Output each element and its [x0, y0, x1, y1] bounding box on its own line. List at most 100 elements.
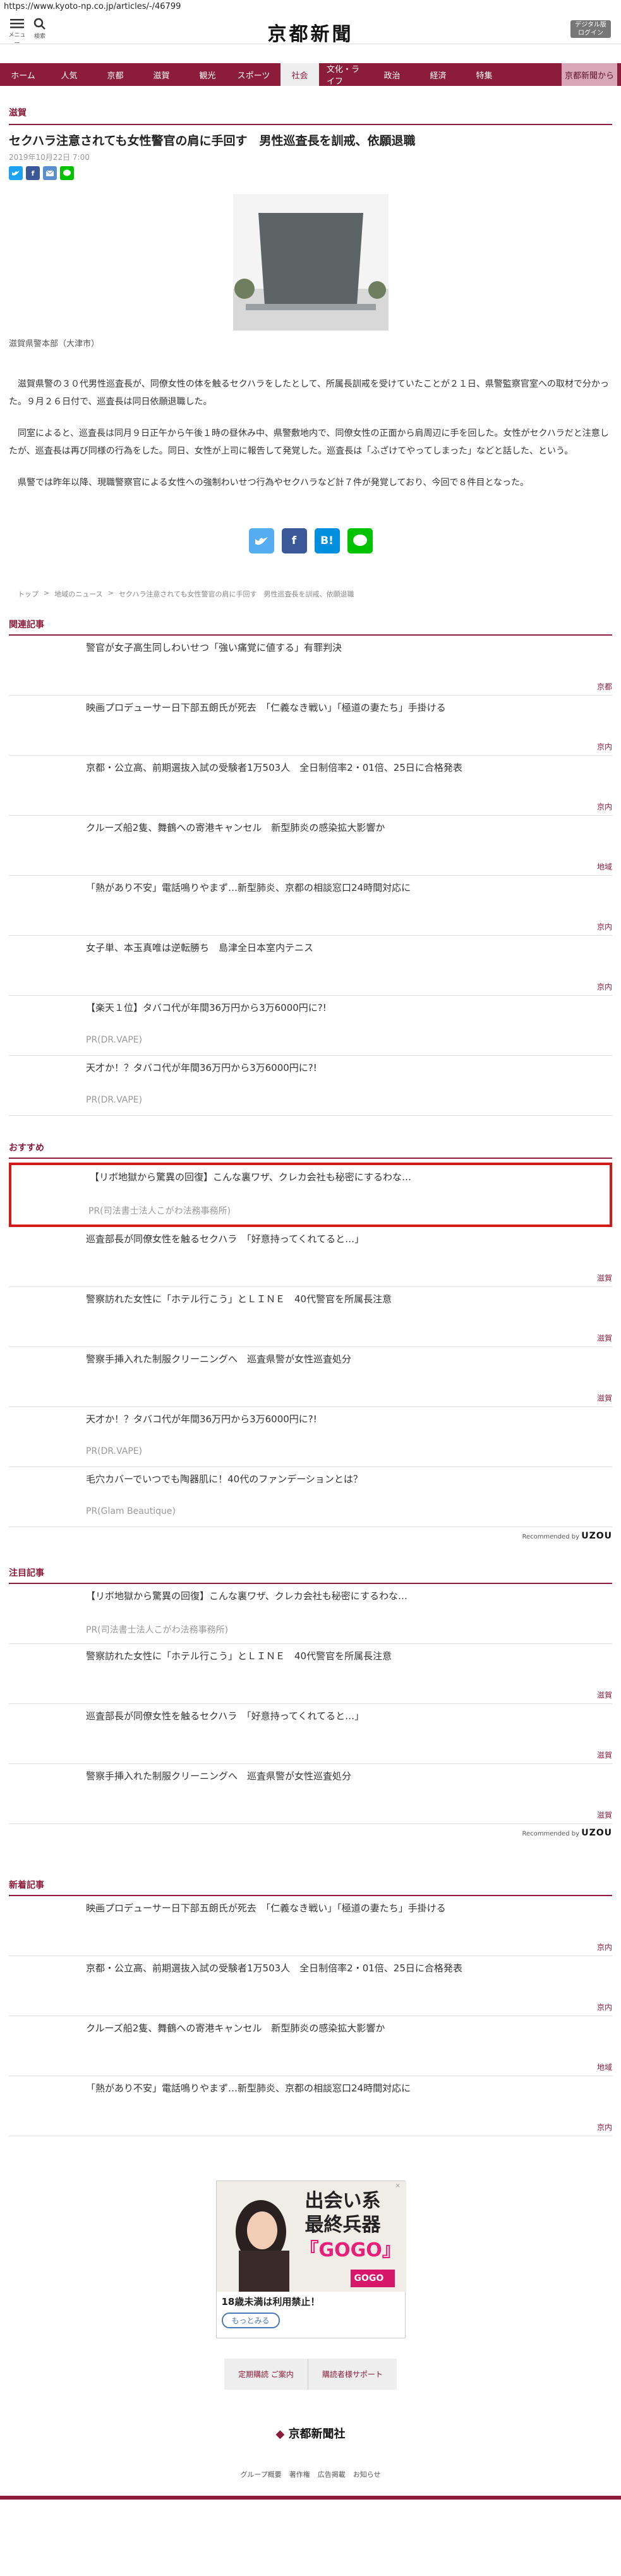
nav-item[interactable]: 特集 — [465, 63, 503, 86]
item-title[interactable]: 天才か！？タバコ代が年間36万円から3万6000円に?! — [86, 1061, 317, 1115]
support-button[interactable]: 購読者様サポート — [307, 2359, 397, 2390]
item-title[interactable]: 警察訪れた女性に「ホテル行こう」とＬＩＮＥ 40代警官を所属長注意 — [86, 1292, 392, 1346]
article-thumbnail[interactable] — [9, 2021, 77, 2068]
twitter-share-button[interactable] — [9, 166, 23, 180]
nav-item[interactable]: 京都 — [96, 63, 135, 86]
hatena-share-large[interactable]: B! — [314, 528, 340, 553]
item-title[interactable]: 【楽天１位】タバコ代が年間36万円から3万6000円に?! — [86, 1001, 327, 1055]
list-item[interactable]: 警察手挿入れた制服クリーニングへ 巡査県警が女性巡査処分 滋賀 — [9, 1347, 612, 1407]
list-item[interactable]: 京都・公立高、前期選抜入試の受験者1万503人 全日制倍率2・01倍、25日に合… — [9, 756, 612, 816]
item-title[interactable]: 警察手挿入れた制服クリーニングへ 巡査県警が女性巡査処分 — [86, 1769, 351, 1823]
article-thumbnail[interactable] — [9, 701, 77, 747]
item-category[interactable]: 滋賀 — [597, 1393, 612, 1403]
list-item[interactable]: 【リボ地獄から驚異の回復】こんな裏ワザ、クレカ会社も秘密にするわな… PR(司法書… — [9, 1163, 612, 1227]
list-item[interactable]: 天才か！？タバコ代が年間36万円から3万6000円に?! PR(DR.VAPE) — [9, 1407, 612, 1467]
facebook-share-large[interactable]: f — [281, 528, 307, 553]
footer-link[interactable]: グループ概要 — [240, 2469, 281, 2479]
article-thumbnail[interactable] — [9, 1001, 77, 1048]
nav-item[interactable]: 観光 — [188, 63, 227, 86]
list-item[interactable]: 映画プロデューサー日下部五朗氏が死去 「仁義なき戦い」「極道の妻たち」手掛ける京… — [9, 1896, 612, 1956]
subscribe-button[interactable]: 定期購読 ご案内 — [224, 2359, 308, 2390]
article-category[interactable]: 滋賀 — [0, 86, 621, 124]
item-title[interactable]: 巡査部長が同僚女性を触るセクハラ 「好意持ってくれてると…」 — [86, 1232, 364, 1286]
article-thumbnail[interactable] — [9, 1292, 77, 1339]
list-item[interactable]: 警察訪れた女性に「ホテル行こう」とＬＩＮＥ 40代警官を所属長注意滋賀 — [9, 1287, 612, 1347]
article-thumbnail[interactable] — [9, 1412, 77, 1459]
item-category[interactable]: 京内 — [597, 801, 612, 812]
ad-close-icon[interactable]: × — [395, 2182, 403, 2190]
line-share-button[interactable] — [60, 166, 74, 180]
item-category[interactable]: 京都 — [597, 681, 612, 692]
item-title[interactable]: 警察訪れた女性に「ホテル行こう」とＬＩＮＥ 40代警官を所属長注意 — [86, 1649, 392, 1703]
footer-logo[interactable]: ◆ 京都新聞社 — [0, 2425, 621, 2441]
article-thumbnail[interactable] — [9, 881, 77, 928]
uzou-credit[interactable]: Recommended by UZOU — [9, 1531, 612, 1541]
list-item[interactable]: 「熱があり不安」電話鳴りやまず…新型肺炎、京都の相談窓口24時間対応に京内 — [9, 876, 612, 936]
article-thumbnail[interactable] — [9, 1472, 77, 1519]
nav-item[interactable]: 政治 — [373, 63, 411, 86]
article-thumbnail[interactable] — [9, 1352, 77, 1399]
item-title[interactable]: 「熱があり不安」電話鳴りやまず…新型肺炎、京都の相談窓口24時間対応に — [86, 881, 411, 935]
item-category[interactable]: 滋賀 — [597, 1690, 612, 1700]
item-category[interactable]: 京内 — [597, 741, 612, 752]
article-thumbnail[interactable] — [9, 1232, 77, 1279]
url-bar[interactable]: https://www.kyoto-np.co.jp/articles/-/46… — [0, 0, 621, 14]
item-category[interactable]: 京内 — [597, 2002, 612, 2012]
nav-item[interactable]: 経済 — [419, 63, 457, 86]
item-title[interactable]: 巡査部長が同僚女性を触るセクハラ 「好意持ってくれてると…」 — [86, 1709, 364, 1763]
article-thumbnail[interactable] — [9, 2081, 77, 2128]
item-category[interactable]: 地域 — [597, 861, 612, 872]
article-thumbnail[interactable] — [9, 941, 77, 988]
display-ad[interactable]: 出会い系 最終兵器 『GOGO』 GOGO 18歳未満は利用禁止！ もっとみる … — [215, 2180, 406, 2338]
facebook-share-button[interactable]: f — [26, 166, 40, 180]
list-item[interactable]: 警察手挿入れた制服クリーニングへ 巡査県警が女性巡査処分滋賀 — [9, 1764, 612, 1824]
list-item[interactable]: 巡査部長が同僚女性を触るセクハラ 「好意持ってくれてると…」滋賀 — [9, 1704, 612, 1764]
list-item[interactable]: 【リボ地獄から驚異の回復】こんな裏ワザ、クレカ会社も秘密にするわな… PR(司法書… — [9, 1584, 612, 1644]
footer-link[interactable]: 広告掲載 — [318, 2469, 346, 2479]
article-thumbnail[interactable] — [9, 761, 77, 807]
item-category[interactable]: 滋賀 — [597, 1273, 612, 1283]
article-thumbnail[interactable] — [13, 1170, 81, 1217]
item-category[interactable]: 地域 — [597, 2062, 612, 2072]
ad-cta-button[interactable]: もっとみる — [221, 2313, 280, 2328]
item-title[interactable]: 警官が女子高生同しわいせつ「強い痛覚に値する」有罪判決 — [86, 641, 342, 695]
footer-link[interactable]: お知らせ — [353, 2469, 381, 2479]
line-share-large[interactable] — [347, 528, 373, 553]
item-category[interactable]: 滋賀 — [597, 1333, 612, 1343]
list-item[interactable]: 毛穴カバーでいつでも陶器肌に！40代のファンデーションとは？ PR(Glam Be… — [9, 1467, 612, 1527]
article-thumbnail[interactable] — [9, 1589, 77, 1636]
list-item[interactable]: 映画プロデューサー日下部五朗氏が死去 「仁義なき戦い」「極道の妻たち」手掛ける京… — [9, 696, 612, 756]
item-category[interactable]: 京内 — [597, 2122, 612, 2132]
nav-item[interactable]: 社会 — [280, 63, 319, 86]
list-item[interactable]: 京都・公立高、前期選抜入試の受験者1万503人 全日制倍率2・01倍、25日に合… — [9, 1956, 612, 2016]
footer-link[interactable]: 著作権 — [289, 2469, 310, 2479]
mail-share-button[interactable] — [43, 166, 57, 180]
uzou-credit-2[interactable]: Recommended by UZOU — [9, 1828, 612, 1838]
item-category[interactable]: 滋賀 — [597, 1810, 612, 1820]
item-title[interactable]: 京都・公立高、前期選抜入試の受験者1万503人 全日制倍率2・01倍、25日に合… — [86, 761, 462, 815]
item-title[interactable]: クルーズ船2隻、舞鶴への寄港キャンセル 新型肺炎の感染拡大影響か — [86, 2021, 385, 2076]
nav-item[interactable]: ホーム — [4, 63, 42, 86]
nav-item[interactable]: スポーツ — [234, 63, 273, 86]
list-item[interactable]: 【楽天１位】タバコ代が年間36万円から3万6000円に?! PR(DR.VAPE) — [9, 996, 612, 1056]
item-title[interactable]: 毛穴カバーでいつでも陶器肌に！40代のファンデーションとは？ — [86, 1472, 363, 1527]
item-title[interactable]: 京都・公立高、前期選抜入試の受験者1万503人 全日制倍率2・01倍、25日に合… — [86, 1961, 462, 2016]
list-item[interactable]: 女子単、本玉真唯は逆転勝ち 島津全日本室内テニス 京内 — [9, 936, 612, 996]
article-thumbnail[interactable] — [9, 1649, 77, 1696]
nav-item[interactable]: 文化・ライフ — [327, 63, 365, 87]
article-thumbnail[interactable] — [9, 1769, 77, 1816]
list-item[interactable]: クルーズ船2隻、舞鶴への寄港キャンセル 新型肺炎の感染拡大影響か 地域 — [9, 816, 612, 876]
article-thumbnail[interactable] — [9, 1061, 77, 1108]
list-item[interactable]: 「熱があり不安」電話鳴りやまず…新型肺炎、京都の相談窓口24時間対応に 京内 — [9, 2076, 612, 2136]
item-category[interactable]: 京内 — [597, 981, 612, 992]
site-logo[interactable]: 京都新聞 — [0, 18, 621, 46]
list-item[interactable]: 警察訪れた女性に「ホテル行こう」とＬＩＮＥ 40代警官を所属長注意滋賀 — [9, 1644, 612, 1704]
article-thumbnail[interactable] — [9, 641, 77, 687]
nav-item[interactable]: 滋賀 — [142, 63, 181, 86]
item-category[interactable]: 京内 — [597, 921, 612, 932]
twitter-share-large[interactable] — [248, 528, 274, 553]
item-category[interactable]: 滋賀 — [597, 1750, 612, 1760]
article-thumbnail[interactable] — [9, 821, 77, 868]
item-category[interactable]: 京内 — [597, 1942, 612, 1952]
nav-item[interactable]: 人気 — [50, 63, 88, 86]
